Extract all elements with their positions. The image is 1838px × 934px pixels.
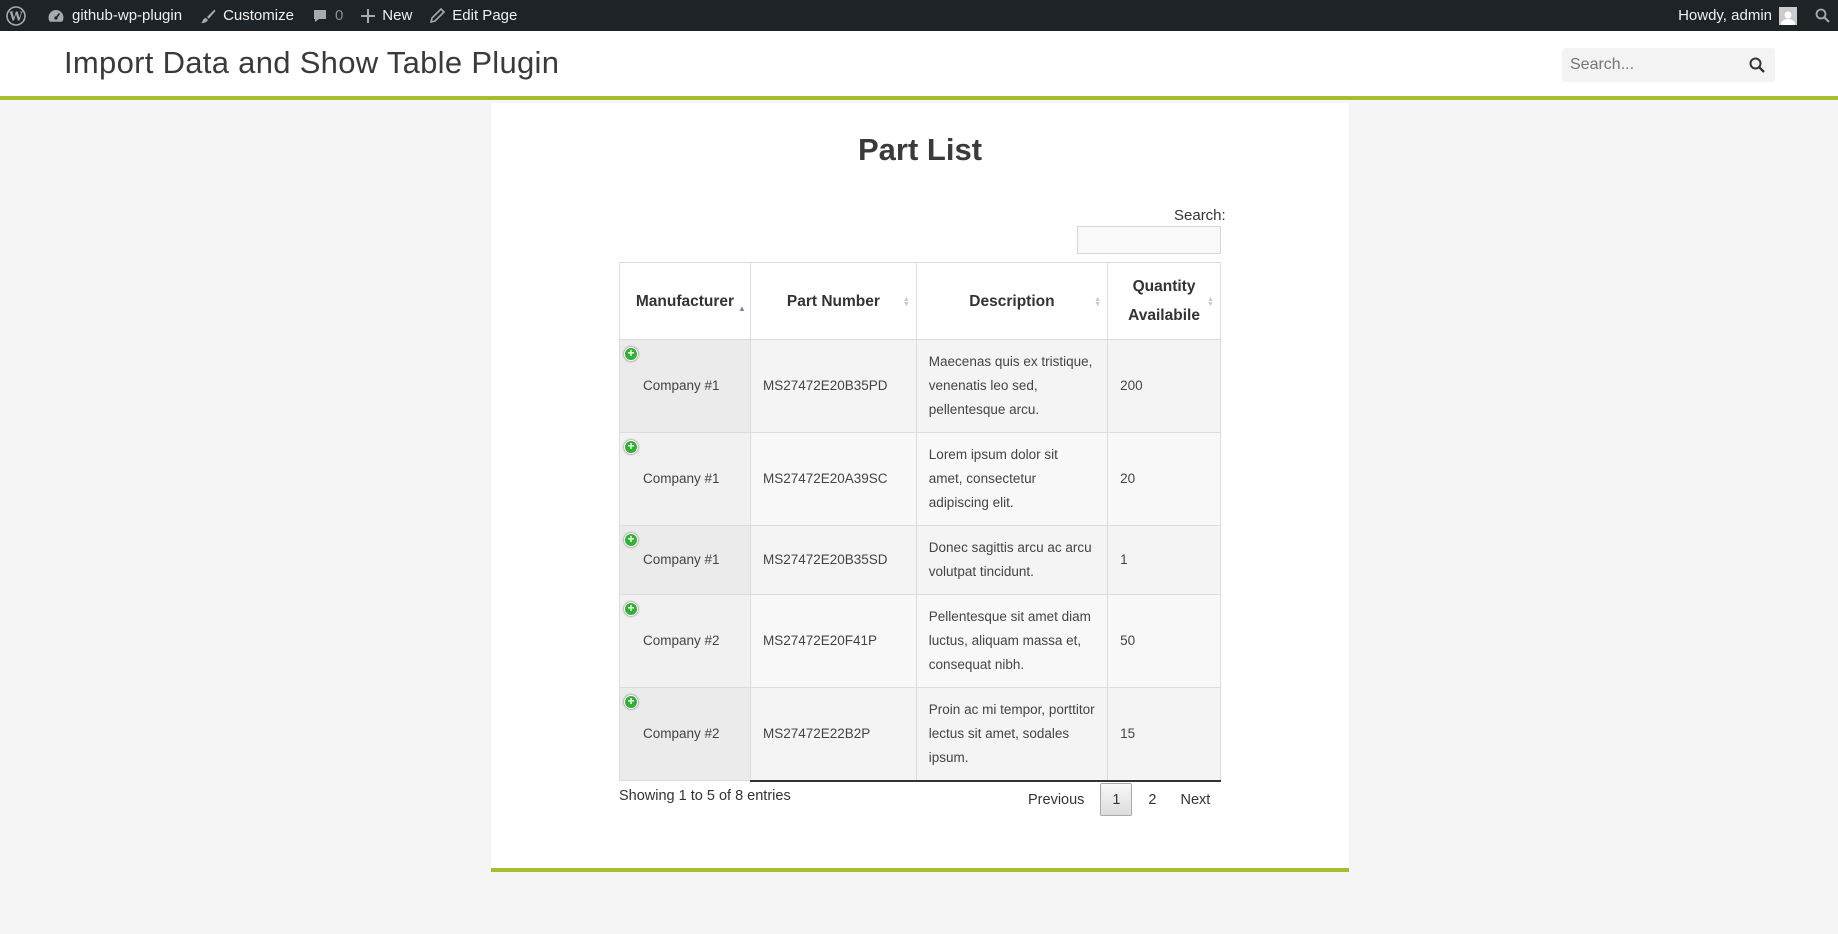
- admin-bar: W github-wp-plugin Customize 0 New Edit …: [0, 0, 1838, 31]
- edit-page-label: Edit Page: [452, 7, 518, 24]
- column-header-description[interactable]: Description ▲ ▼: [915, 262, 1109, 340]
- manufacturer-cell: + Company #1: [619, 525, 751, 595]
- manufacturer-value: Company #1: [643, 471, 720, 486]
- table-row: + Company #2 MS27472E20F41P Pellentesque …: [619, 594, 1221, 688]
- expand-row-icon[interactable]: +: [624, 602, 638, 616]
- column-header-manufacturer[interactable]: Manufacturer ▲: [619, 262, 751, 340]
- quantity-cell: 50: [1107, 594, 1221, 688]
- column-header-label: Description: [969, 292, 1055, 310]
- account-menu[interactable]: Howdy, admin: [1669, 0, 1806, 31]
- quantity-cell: 1: [1107, 525, 1221, 595]
- description-cell: Maecenas quis ex tristique, venenatis le…: [915, 339, 1109, 433]
- description-cell: Proin ac mi tempor, porttitor lectus sit…: [915, 687, 1109, 782]
- parts-table: Manufacturer ▲ Part Number ▲ ▼ Descriptio…: [619, 262, 1221, 782]
- previous-page-button[interactable]: Previous: [1016, 783, 1096, 816]
- pagination: Previous 1 2 Next: [1016, 783, 1222, 816]
- part-number-cell: MS27472E20A39SC: [749, 432, 917, 526]
- expand-row-icon[interactable]: +: [624, 440, 638, 454]
- next-page-button[interactable]: Next: [1169, 783, 1223, 816]
- part-number-cell: MS27472E20B35SD: [749, 525, 917, 595]
- description-cell: Donec sagittis arcu ac arcu volutpat tin…: [915, 525, 1109, 595]
- new-content-menu[interactable]: New: [352, 0, 421, 31]
- table-row: + Company #2 MS27472E22B2P Proin ac mi te…: [619, 687, 1221, 782]
- comments-link[interactable]: 0: [303, 0, 352, 31]
- page-title: Part List: [857, 132, 983, 167]
- description-cell: Lorem ipsum dolor sit amet, consectetur …: [915, 432, 1109, 526]
- quantity-cell: 200: [1107, 339, 1221, 433]
- admin-bar-search[interactable]: [1806, 0, 1838, 31]
- manufacturer-cell: + Company #2: [619, 687, 751, 781]
- expand-row-icon[interactable]: +: [624, 533, 638, 547]
- header-search: [1562, 48, 1775, 82]
- dashboard-icon: [47, 8, 65, 24]
- quantity-cell: 20: [1107, 432, 1221, 526]
- part-number-cell: MS27472E22B2P: [749, 687, 917, 782]
- table-header-row: Manufacturer ▲ Part Number ▲ ▼ Descriptio…: [619, 262, 1221, 340]
- site-name-label: github-wp-plugin: [72, 7, 183, 24]
- sort-ascending-icon: ▲: [738, 304, 746, 313]
- manufacturer-value: Company #1: [643, 552, 720, 567]
- comments-count: 0: [334, 7, 344, 24]
- manufacturer-cell: + Company #1: [619, 339, 751, 433]
- howdy-label: Howdy, admin: [1678, 7, 1772, 24]
- manufacturer-value: Company #2: [643, 726, 720, 741]
- site-title[interactable]: Import Data and Show Table Plugin: [64, 45, 559, 81]
- wordpress-logo-icon[interactable]: W: [0, 0, 38, 31]
- part-number-cell: MS27472E20B35PD: [749, 339, 917, 433]
- column-header-label: Manufacturer: [635, 292, 735, 310]
- manufacturer-cell: + Company #1: [619, 432, 751, 526]
- expand-row-icon[interactable]: +: [624, 347, 638, 361]
- column-header-label: Quantity Availabile: [1128, 278, 1200, 324]
- expand-row-icon[interactable]: +: [624, 695, 638, 709]
- manufacturer-cell: + Company #2: [619, 594, 751, 688]
- edit-page-link[interactable]: Edit Page: [421, 0, 526, 31]
- pencil-icon: [430, 8, 446, 23]
- sort-both-icon: ▲ ▼: [1207, 296, 1214, 308]
- avatar: [1779, 6, 1797, 25]
- sort-both-icon: ▲ ▼: [1094, 296, 1102, 308]
- site-name-menu[interactable]: github-wp-plugin: [38, 0, 191, 31]
- table-info: Showing 1 to 5 of 8 entries: [619, 788, 791, 804]
- customize-link[interactable]: Customize: [191, 0, 303, 31]
- sort-both-icon: ▲ ▼: [902, 296, 910, 308]
- new-label: New: [382, 7, 413, 24]
- search-icon[interactable]: [1749, 57, 1765, 78]
- site-header: Import Data and Show Table Plugin: [0, 31, 1838, 100]
- column-header-part-number[interactable]: Part Number ▲ ▼: [749, 262, 917, 340]
- page-button-2[interactable]: 2: [1136, 783, 1168, 816]
- header-search-input[interactable]: [1562, 56, 1732, 74]
- comment-bubble-icon: [312, 8, 328, 24]
- search-icon: [1815, 8, 1830, 23]
- column-header-quantity[interactable]: Quantity Availabile ▲ ▼: [1107, 262, 1221, 340]
- svg-text:W: W: [8, 9, 23, 23]
- paintbrush-icon: [200, 8, 216, 24]
- table-row: + Company #1 MS27472E20A39SC Lorem ipsum …: [619, 432, 1221, 526]
- table-row: + Company #1 MS27472E20B35PD Maecenas qui…: [619, 339, 1221, 433]
- quantity-cell: 15: [1107, 687, 1221, 782]
- table-search-input[interactable]: [1077, 226, 1221, 254]
- manufacturer-value: Company #2: [643, 633, 720, 648]
- table-search-label: Search:: [1174, 207, 1226, 224]
- plus-icon: [361, 8, 376, 23]
- manufacturer-value: Company #1: [643, 378, 720, 393]
- customize-label: Customize: [223, 7, 294, 24]
- description-cell: Pellentesque sit amet diam luctus, aliqu…: [915, 594, 1109, 688]
- part-number-cell: MS27472E20F41P: [749, 594, 917, 688]
- page-button-1[interactable]: 1: [1100, 783, 1133, 816]
- table-row: + Company #1 MS27472E20B35SD Donec sagitt…: [619, 525, 1221, 595]
- column-header-label: Part Number: [786, 292, 880, 310]
